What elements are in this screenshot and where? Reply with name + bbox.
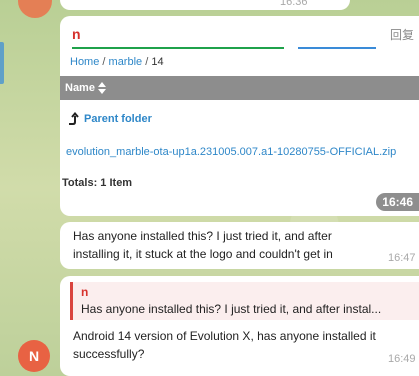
scroll-indicator[interactable] xyxy=(0,42,4,84)
previous-message-bubble[interactable]: 16:36 xyxy=(60,0,350,10)
file-link[interactable]: evolution_marble-ota-up1a.231005.007.a1-… xyxy=(66,146,396,158)
reply-label: 回复 xyxy=(390,28,415,42)
table-header-name[interactable]: Name xyxy=(60,76,419,100)
breadcrumb-separator: / xyxy=(145,56,149,68)
message-time: 16:47 xyxy=(388,252,416,264)
input-underline-active xyxy=(72,47,284,49)
input-underline xyxy=(298,47,376,49)
breadcrumb-separator: / xyxy=(102,56,106,68)
quoted-message[interactable]: n Has anyone installed this? I just trie… xyxy=(70,282,419,320)
quote-text: Has anyone installed this? I just tried … xyxy=(81,302,382,316)
message-text: Android 14 version of Evolution X, has a… xyxy=(73,329,376,361)
breadcrumb-current: 14 xyxy=(151,56,164,68)
parent-folder-label: Parent folder xyxy=(84,113,152,125)
parent-folder-link[interactable]: Parent folder xyxy=(66,110,152,128)
message-time: 16:49 xyxy=(388,353,416,365)
breadcrumb: Home / marble / 14 xyxy=(70,56,164,68)
message-time: 16:46 xyxy=(376,193,419,211)
message-bubble-reply[interactable]: n Has anyone installed this? I just trie… xyxy=(60,276,419,376)
breadcrumb-folder[interactable]: marble xyxy=(109,56,143,68)
column-header-label: Name xyxy=(65,82,95,94)
quote-author: n xyxy=(81,285,89,299)
message-bubble-screenshot[interactable]: n 回复 Home / marble / 14 Name Parent fold… xyxy=(60,16,419,216)
avatar[interactable]: N xyxy=(18,340,50,372)
message-bubble[interactable]: Has anyone installed this? I just tried … xyxy=(60,222,419,269)
message-text: Has anyone installed this? I just tried … xyxy=(73,229,333,261)
screenshot-input-text: n xyxy=(72,26,81,42)
level-up-icon xyxy=(69,112,79,125)
message-time: 16:36 xyxy=(280,0,308,8)
sort-icon[interactable] xyxy=(97,82,106,94)
breadcrumb-home[interactable]: Home xyxy=(70,56,99,68)
totals-label: Totals: 1 Item xyxy=(62,177,133,189)
